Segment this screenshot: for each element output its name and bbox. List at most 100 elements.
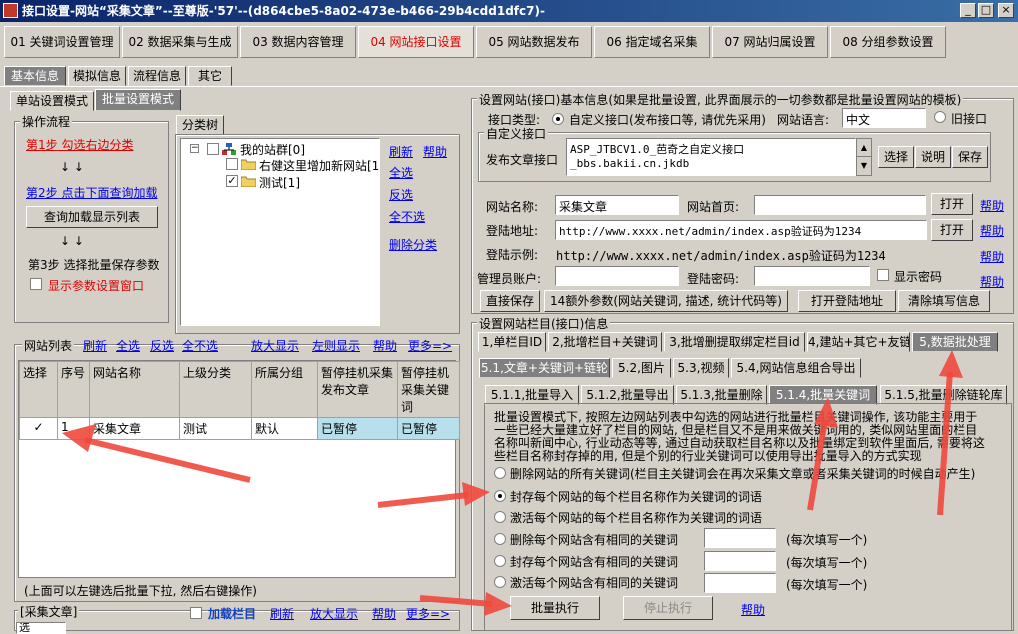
- table-row[interactable]: ✓ 1 采集文章 测试 默认 已暂停 已暂停: [19, 417, 460, 440]
- open-homepage-button[interactable]: 打开: [931, 193, 973, 215]
- tree-collapse-icon[interactable]: −: [190, 144, 199, 153]
- tab-category-tree[interactable]: 分类树: [176, 115, 224, 135]
- column-subsubtab-2[interactable]: 5.1.2,批量导出: [581, 385, 674, 405]
- site-list-link-7[interactable]: 帮助: [373, 337, 397, 354]
- column-tab-2[interactable]: 2,批增栏目+关键词: [548, 332, 662, 352]
- choose-interface-button[interactable]: 选择: [878, 146, 914, 168]
- column-subtab-2[interactable]: 5.2,图片: [612, 358, 671, 378]
- batch-execute-button[interactable]: 批量执行: [510, 596, 600, 620]
- main-tab-7[interactable]: 07 网站归属设置: [712, 26, 828, 58]
- homepage-field[interactable]: [754, 195, 926, 215]
- column-subsubtab-5[interactable]: 5.1.5,批量删除链轮库: [880, 385, 1007, 405]
- example-help-link[interactable]: 帮助: [980, 248, 1004, 265]
- explain-interface-button[interactable]: 说明: [915, 146, 951, 168]
- main-tab-2[interactable]: 02 数据采集与生成: [122, 26, 238, 58]
- main-tab-1[interactable]: 01 关键词设置管理: [4, 26, 120, 58]
- query-load-button[interactable]: 查询加载显示列表: [26, 206, 158, 228]
- column-tab-1[interactable]: 1,单栏目ID: [478, 332, 546, 352]
- article-zoom-link[interactable]: 放大显示: [310, 605, 358, 622]
- stop-execute-button[interactable]: 停止执行: [623, 596, 713, 620]
- extra-params-button[interactable]: 14额外参数(网站关键词, 描述, 统计代码等): [544, 290, 788, 312]
- tree-refresh-link[interactable]: 刷新: [389, 143, 413, 160]
- tree-invert-link[interactable]: 反选: [389, 186, 413, 203]
- column-subsubtab-3[interactable]: 5.1.3,批量删除: [676, 385, 767, 405]
- column-header[interactable]: 暂停挂机采集关键词: [397, 361, 460, 418]
- password-help-link[interactable]: 帮助: [980, 273, 1004, 290]
- step2-link[interactable]: 第2步 点击下面查询加载: [26, 184, 157, 201]
- activate-same-field[interactable]: [704, 573, 776, 593]
- admin-account-field[interactable]: [555, 266, 679, 286]
- maximize-button[interactable]: □: [978, 3, 994, 18]
- tree-select-all-link[interactable]: 全选: [389, 164, 413, 181]
- column-header[interactable]: 上级分类: [179, 361, 252, 418]
- clear-info-button[interactable]: 清除填写信息: [898, 290, 990, 312]
- option-activate-column-radio[interactable]: [494, 511, 506, 523]
- step1-link[interactable]: 第1步 勾选右边分类: [26, 136, 133, 153]
- site-list-link-8[interactable]: 更多=>: [408, 337, 452, 354]
- main-tab-8[interactable]: 08 分组参数设置: [830, 26, 946, 58]
- column-subsubtab-4[interactable]: 5.1.4,批量关键词: [769, 385, 877, 405]
- old-interface-radio[interactable]: [934, 111, 946, 123]
- tab-basic-info[interactable]: 基本信息: [4, 66, 66, 86]
- tab-simulation-info[interactable]: 模拟信息: [68, 66, 126, 86]
- option-seal-column-radio[interactable]: [494, 490, 506, 502]
- tab-single-site-mode[interactable]: 单站设置模式: [10, 91, 94, 111]
- site-list-link-6[interactable]: 左则显示: [312, 337, 360, 354]
- column-header[interactable]: 序号: [57, 361, 90, 418]
- custom-interface-radio[interactable]: [552, 113, 564, 125]
- article-more-link[interactable]: 更多=>: [406, 605, 450, 622]
- option-activate-same-radio[interactable]: [494, 576, 506, 588]
- column-subtab-1[interactable]: 5.1,文章+关键词+链轮: [479, 358, 610, 378]
- tab-process-info[interactable]: 流程信息: [128, 66, 186, 86]
- column-tab-5[interactable]: 5,数据批处理: [912, 332, 998, 352]
- row-select-checkbox[interactable]: ✓: [19, 417, 58, 440]
- main-tab-5[interactable]: 05 网站数据发布: [476, 26, 592, 58]
- open-login-url-button[interactable]: 打开登陆地址: [798, 290, 896, 312]
- option-delete-all-radio[interactable]: [494, 467, 506, 479]
- article-help-link[interactable]: 帮助: [372, 605, 396, 622]
- site-list-grid[interactable]: 选择 序号 网站名称 上级分类 所属分组 暂停挂机采集发布文章 暂停挂机采集关键词 ✓ 1 采集…: [18, 360, 460, 578]
- direct-save-button[interactable]: 直接保存: [480, 290, 540, 312]
- tree-child-label-1[interactable]: 右健这里增加新网站[1: [259, 157, 379, 174]
- password-field[interactable]: [754, 266, 870, 286]
- tree-delete-category-link[interactable]: 删除分类: [389, 236, 437, 253]
- tree-child-checkbox-1[interactable]: [226, 158, 238, 170]
- column-subtab-4[interactable]: 5.4,网站信息组合导出: [731, 358, 861, 378]
- option-delete-same-radio[interactable]: [494, 533, 506, 545]
- tree-root-label[interactable]: 我的站群[0]: [240, 141, 305, 158]
- show-param-window-checkbox[interactable]: [30, 278, 42, 290]
- site-list-link-2[interactable]: 全选: [116, 337, 140, 354]
- column-header[interactable]: 选择: [19, 361, 58, 418]
- column-header[interactable]: 暂停挂机采集发布文章: [317, 361, 398, 418]
- column-tab-3[interactable]: 3,批增删提取绑定栏目id: [664, 332, 805, 352]
- batch-help-link[interactable]: 帮助: [741, 601, 765, 618]
- seal-same-field[interactable]: [704, 551, 776, 571]
- language-field[interactable]: 中文: [842, 108, 926, 128]
- tree-help-link[interactable]: 帮助: [423, 143, 447, 160]
- site-name-field[interactable]: 采集文章: [555, 195, 679, 215]
- option-seal-same-radio[interactable]: [494, 555, 506, 567]
- column-header[interactable]: 所属分组: [251, 361, 318, 418]
- close-button[interactable]: ×: [998, 3, 1014, 18]
- load-column-checkbox[interactable]: [190, 607, 202, 619]
- tree-select-none-link[interactable]: 全不选: [389, 208, 425, 225]
- login-help-link[interactable]: 帮助: [980, 222, 1004, 239]
- publish-interface-scrollbar[interactable]: ▲ ▼: [856, 138, 872, 176]
- tab-other[interactable]: 其它: [188, 66, 232, 86]
- tree-root-checkbox[interactable]: [207, 143, 219, 155]
- publish-interface-field[interactable]: ASP_JTBCV1.0_芭奇之自定义接口_bbs.bakii.cn.jkdb: [566, 138, 856, 176]
- column-header[interactable]: 网站名称: [89, 361, 180, 418]
- tab-batch-mode[interactable]: 批量设置模式: [95, 89, 181, 111]
- login-url-field[interactable]: http://www.xxxx.net/admin/index.asp验证码为1…: [555, 220, 927, 240]
- site-list-link-3[interactable]: 反选: [150, 337, 174, 354]
- open-login-button[interactable]: 打开: [931, 219, 973, 241]
- column-subsubtab-1[interactable]: 5.1.1,批量导入: [485, 385, 579, 405]
- tree-child-label-2[interactable]: 测试[1]: [259, 174, 300, 191]
- article-refresh-link[interactable]: 刷新: [270, 605, 294, 622]
- tree-child-checkbox-2[interactable]: ✓: [226, 175, 238, 187]
- homepage-help-link[interactable]: 帮助: [980, 197, 1004, 214]
- site-list-link-1[interactable]: 刷新: [83, 337, 107, 354]
- delete-same-field[interactable]: [704, 528, 776, 548]
- save-interface-button[interactable]: 保存: [952, 146, 988, 168]
- show-password-checkbox[interactable]: [877, 269, 889, 281]
